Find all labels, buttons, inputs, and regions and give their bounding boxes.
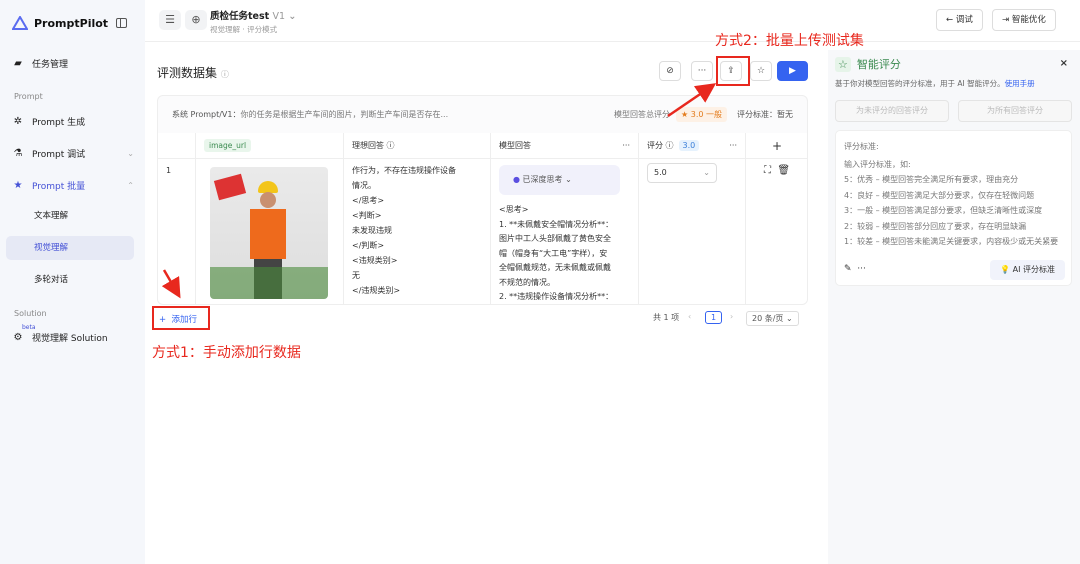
arrow-to-upload xyxy=(667,83,717,118)
arrow-to-add-row xyxy=(161,269,181,299)
annotation-arrows xyxy=(161,83,717,299)
